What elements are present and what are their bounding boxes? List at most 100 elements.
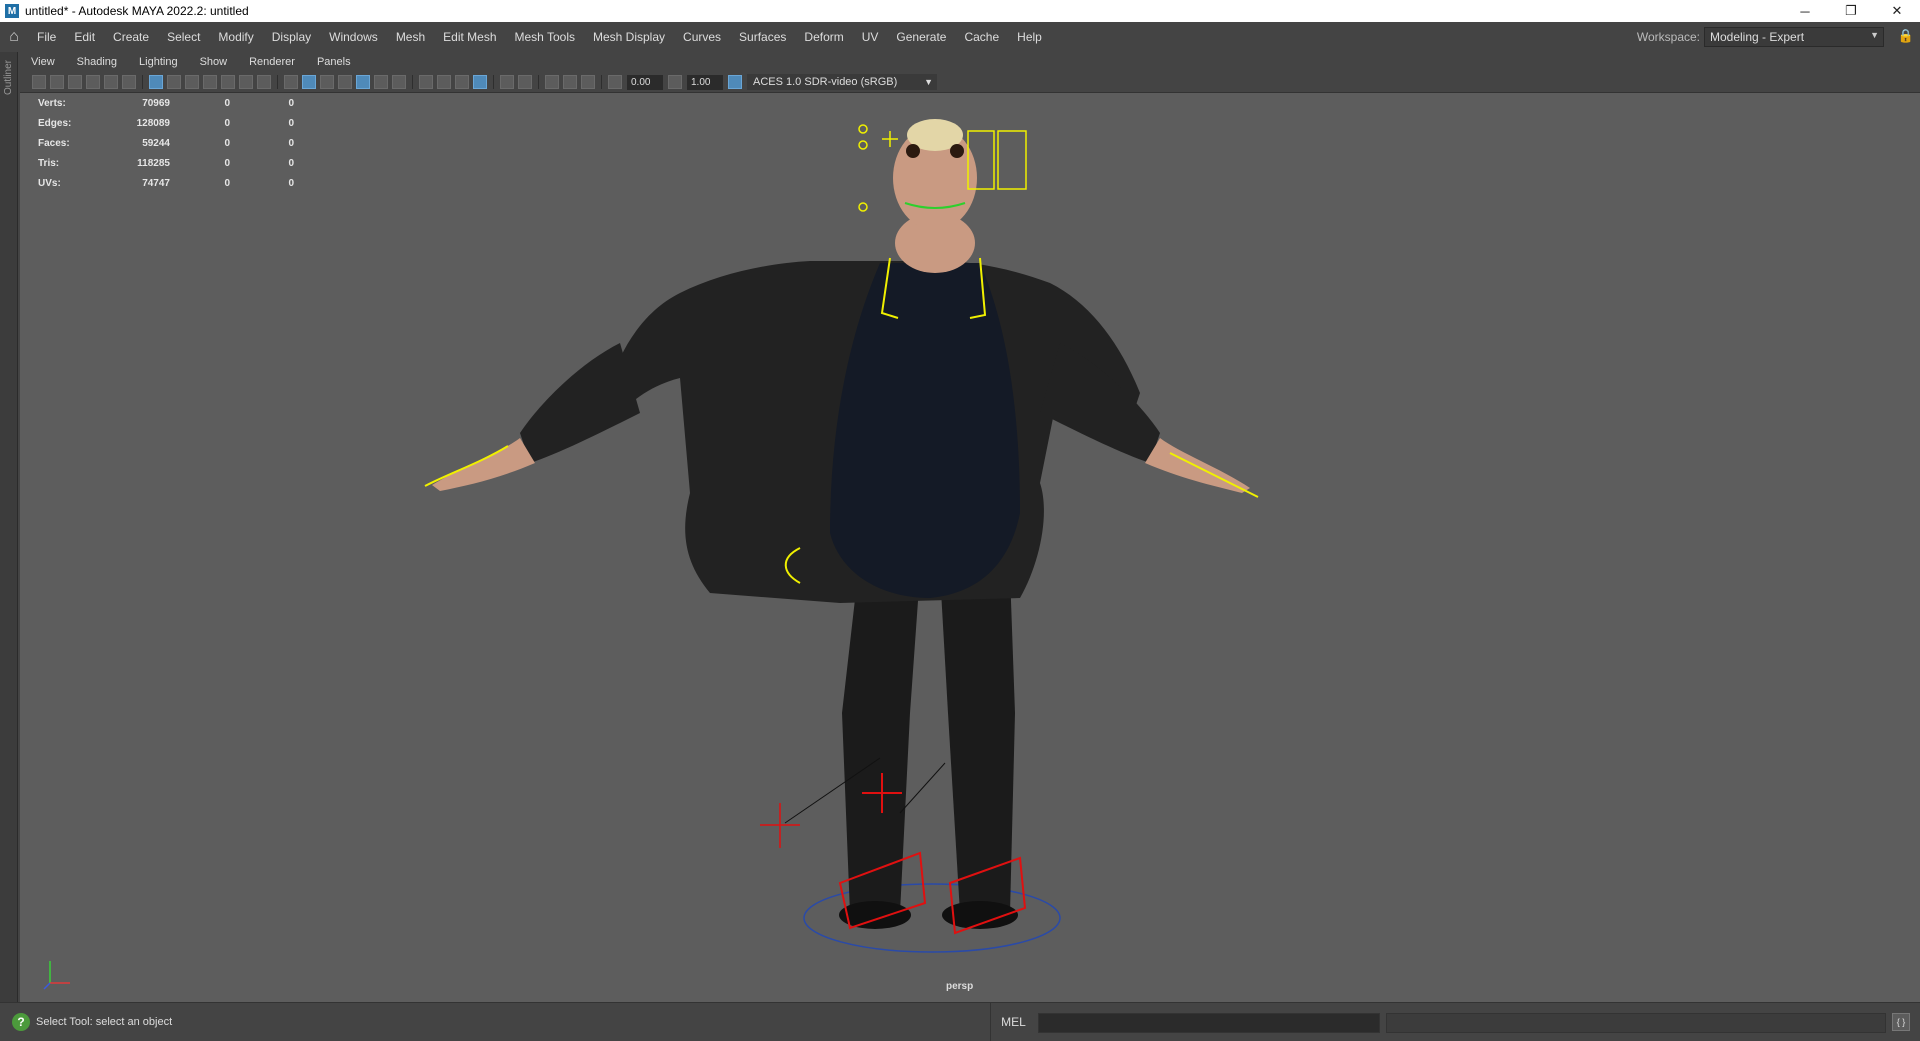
exposure-icon[interactable] [608,75,622,89]
gamma-field[interactable]: 1.00 [687,74,723,90]
hud-value: 70969 [142,97,170,109]
gate-mask-icon[interactable] [203,75,217,89]
depth-of-field-icon[interactable] [473,75,487,89]
hud-value: 0 [288,97,294,109]
hud-value: 0 [288,137,294,149]
help-question-icon[interactable]: ? [12,1012,30,1031]
help-line: ? Select Tool: select an object MEL { } [0,1002,1920,1041]
maya-app-icon: M [5,4,19,18]
character-model[interactable] [20,93,1920,1002]
menu-help[interactable]: Help [1008,22,1051,52]
menu-curves[interactable]: Curves [674,22,730,52]
shadows-icon[interactable] [392,75,406,89]
image-plane-icon[interactable] [86,75,100,89]
gamma-icon[interactable] [668,75,682,89]
color-management-icon[interactable] [728,75,742,89]
frame-all-icon[interactable] [581,75,595,89]
select-camera-icon[interactable] [32,75,46,89]
menu-display[interactable]: Display [263,22,320,52]
isolate-select-icon[interactable] [500,75,514,89]
maximize-icon[interactable]: ❐ [1828,0,1874,22]
wireframe-on-shaded-icon[interactable] [338,75,352,89]
lock-icon[interactable]: 🔒 [1898,28,1914,44]
hud-label: Faces: [38,137,70,149]
camera-name-label: persp [946,981,974,992]
panel-menu-bar: View Shading Lighting Show Renderer Pane… [20,52,1920,72]
hud-row-uvs: UVs: 74747 0 0 [38,173,294,193]
menu-edit[interactable]: Edit [65,22,104,52]
safe-title-icon[interactable] [257,75,271,89]
menu-surfaces[interactable]: Surfaces [730,22,795,52]
hud-value: 0 [288,177,294,189]
hud-value: 128089 [136,117,170,129]
exposure-field[interactable]: 0.00 [627,74,663,90]
menu-deform[interactable]: Deform [795,22,852,52]
left-leg [842,573,920,913]
window-controls: ─ ❐ ✕ [1782,0,1920,22]
menu-edit-mesh[interactable]: Edit Mesh [434,22,505,52]
menu-mesh[interactable]: Mesh [387,22,434,52]
default-material-icon[interactable] [320,75,334,89]
menu-windows[interactable]: Windows [320,22,387,52]
minimize-icon[interactable]: ─ [1782,0,1828,22]
smooth-shade-icon[interactable] [302,75,316,89]
left-eye [906,144,920,158]
film-gate-icon[interactable] [167,75,181,89]
menu-generate[interactable]: Generate [887,22,955,52]
workspace-dropdown[interactable]: Modeling - Expert ▼ [1704,27,1884,47]
textured-icon[interactable] [356,75,370,89]
2d-pan-zoom-icon[interactable] [104,75,118,89]
outliner-label: Outliner [3,60,14,96]
hud-value: 0 [224,97,230,109]
hud-label: Verts: [38,97,66,109]
hud-row-edges: Edges: 128089 0 0 [38,113,294,133]
menu-cache[interactable]: Cache [955,22,1008,52]
hud-value: 118285 [137,157,170,169]
menu-select[interactable]: Select [158,22,209,52]
menu-mesh-display[interactable]: Mesh Display [584,22,674,52]
hud-value: 0 [224,157,230,169]
right-leg [940,573,1015,913]
hud-label: UVs: [38,177,61,189]
menu-mesh-tools[interactable]: Mesh Tools [506,22,584,52]
menu-file[interactable]: File [28,22,65,52]
screen-space-ao-icon[interactable] [419,75,433,89]
hud-label: Edges: [38,117,72,129]
use-lights-icon[interactable] [374,75,388,89]
close-icon[interactable]: ✕ [1874,0,1920,22]
xray-icon[interactable] [518,75,532,89]
knee-pole-control [760,803,800,848]
face-panel-control-b [997,130,1027,190]
home-icon[interactable]: ⌂ [0,23,28,51]
view-axis-icon [43,961,70,990]
safe-action-icon[interactable] [239,75,253,89]
left-hand [432,438,535,491]
resolution-gate-icon[interactable] [185,75,199,89]
motion-blur-icon[interactable] [437,75,451,89]
panel-menu-show[interactable]: Show [189,56,239,68]
mel-language-toggle[interactable]: MEL [990,1003,1036,1041]
color-space-dropdown[interactable]: ACES 1.0 SDR-video (sRGB) ▼ [747,74,937,90]
viewport-persp[interactable]: Verts: 70969 0 0 Edges: 128089 0 0 Faces… [20,93,1920,1002]
panel-menu-view[interactable]: View [20,56,66,68]
menu-create[interactable]: Create [104,22,158,52]
panel-menu-lighting[interactable]: Lighting [128,56,189,68]
panel-menu-panels[interactable]: Panels [306,56,362,68]
script-editor-icon[interactable]: { } [1892,1013,1910,1031]
field-chart-icon[interactable] [221,75,235,89]
panel-menu-renderer[interactable]: Renderer [238,56,306,68]
anti-aliasing-icon[interactable] [455,75,469,89]
outliner-tab[interactable]: Outliner [0,52,18,1002]
grid-icon[interactable] [149,75,163,89]
menu-modify[interactable]: Modify [209,22,262,52]
menu-uv[interactable]: UV [853,22,888,52]
xray-joints-icon[interactable] [545,75,559,89]
panel-menu-shading[interactable]: Shading [66,56,128,68]
workspace-value: Modeling - Expert [1710,30,1805,44]
camera-attributes-icon[interactable] [50,75,64,89]
grease-pencil-icon[interactable] [122,75,136,89]
wireframe-icon[interactable] [284,75,298,89]
command-line-input[interactable] [1038,1013,1380,1033]
xray-components-icon[interactable] [563,75,577,89]
bookmark-icon[interactable] [68,75,82,89]
